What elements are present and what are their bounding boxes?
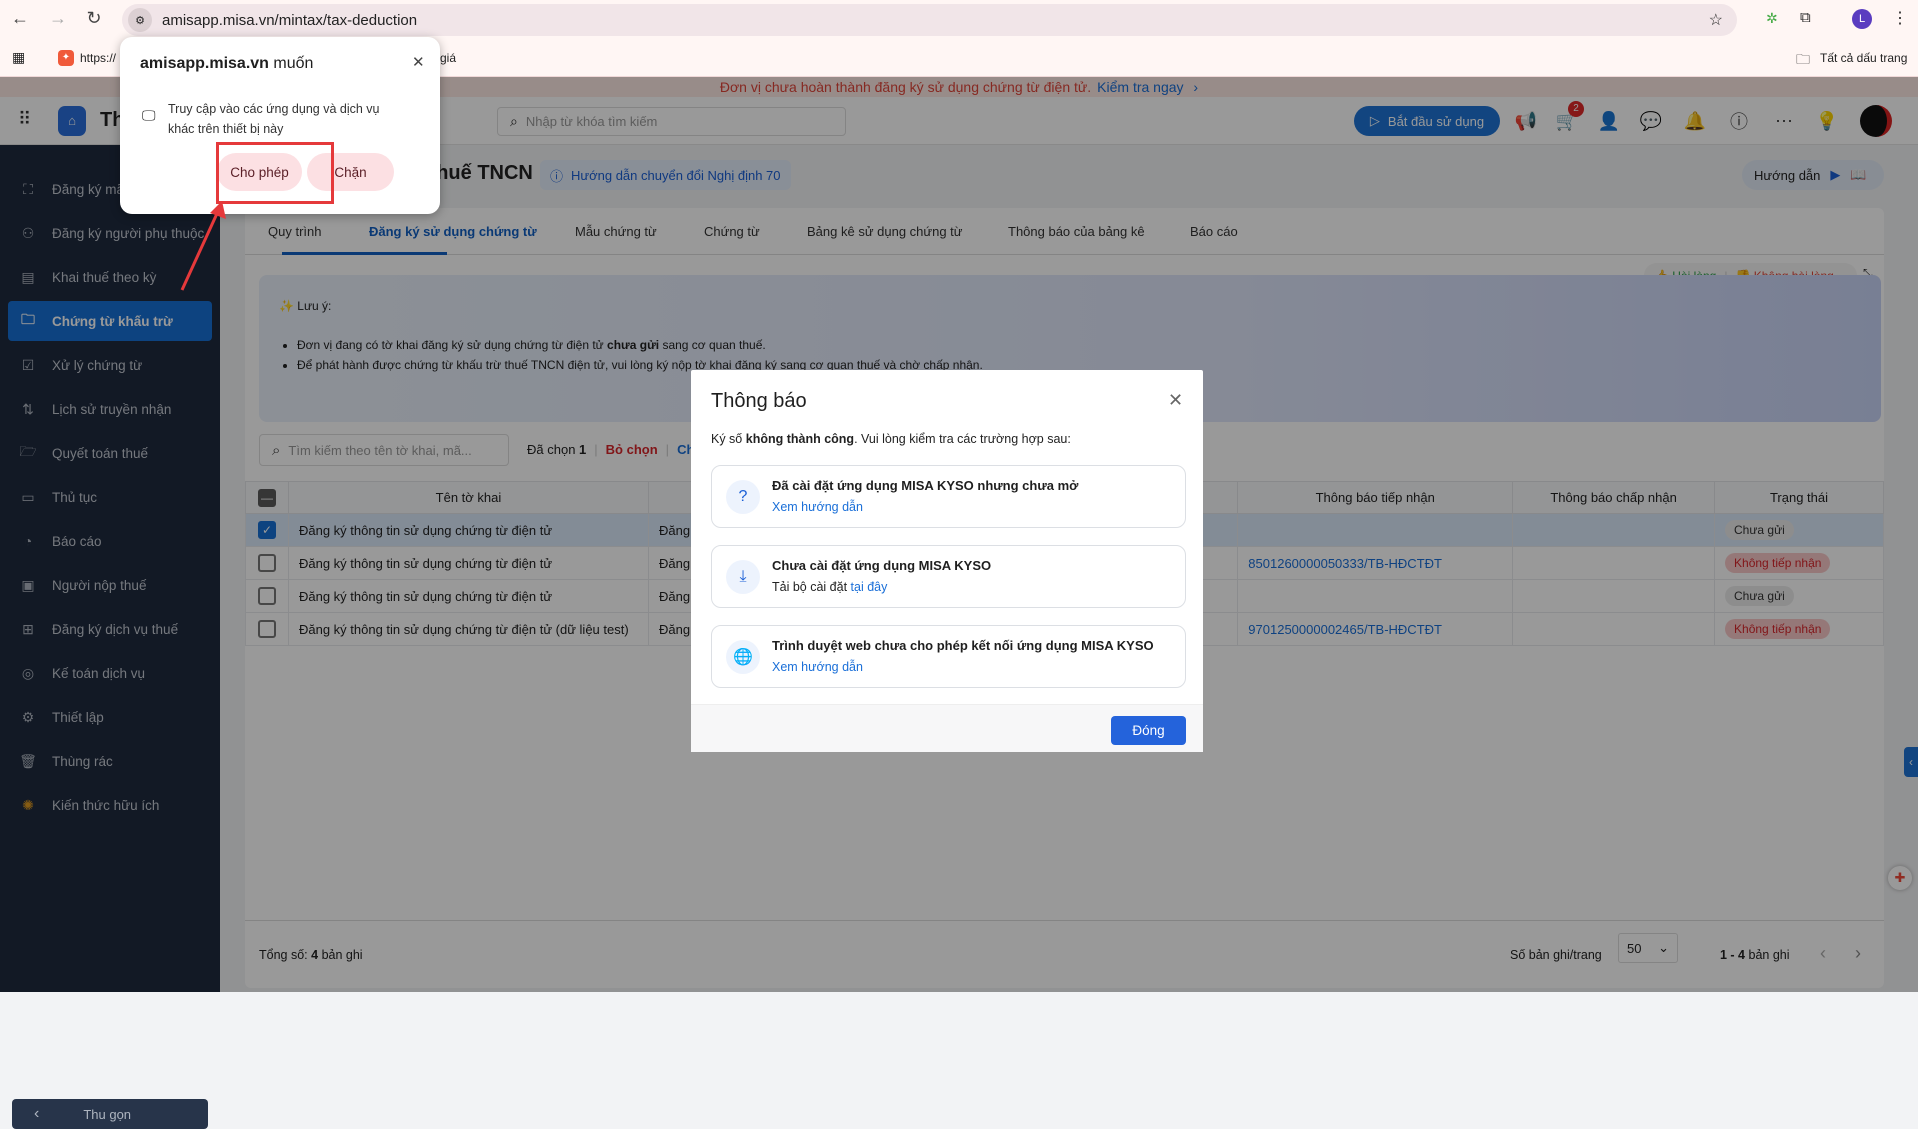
close-button[interactable]: Đóng [1111,716,1186,745]
forward-icon[interactable]: → [46,8,70,29]
url-text: amisapp.misa.vn/mintax/tax-deduction [162,11,418,29]
folder-icon: 🗀 [1796,51,1810,67]
permission-title: amisapp.misa.vn muốn [140,55,314,72]
case-card: ⤓ Chưa cài đặt ứng dụng MISA KYSO Tải bộ… [711,545,1186,608]
bookmark-favicon-icon: ✦ [58,50,74,66]
download-here-link[interactable]: tại đây [851,580,888,594]
browser-toolbar: ← → ↻ ⚙ amisapp.misa.vn/mintax/tax-deduc… [0,0,1918,40]
highlight-box [216,142,334,204]
case-card: ? Đã cài đặt ứng dụng MISA KYSO nhưng ch… [711,465,1186,528]
view-guide-link[interactable]: Xem hướng dẫn [772,500,863,514]
collapse-label: Thu gọn [83,1106,132,1122]
bookmark-item[interactable]: https:// [80,51,116,65]
menu-icon[interactable]: ⋮ [1892,8,1908,28]
monitor-icon: 🖵 [142,107,156,123]
notification-modal: Thông báo ✕ Ký số không thành công. Vui … [691,370,1203,752]
close-icon[interactable]: ✕ [1168,390,1183,411]
case-text: Tải bộ cài đặt tại đây [772,580,888,594]
modal-footer: Đóng [691,704,1203,752]
profile-avatar[interactable]: L [1852,9,1872,29]
collapse-sidebar-button[interactable]: ‹ Thu gọn [12,1099,208,1129]
case-title: Trình duyệt web chưa cho phép kết nối ứn… [772,638,1154,653]
star-icon[interactable]: ☆ [1709,10,1723,30]
case-title: Chưa cài đặt ứng dụng MISA KYSO [772,558,992,573]
all-bookmarks[interactable]: Tất cả dấu trang [1820,51,1907,65]
view-guide-link[interactable]: Xem hướng dẫn [772,660,863,674]
site-settings-icon[interactable]: ⚙ [128,8,152,32]
back-icon[interactable]: ← [8,8,32,29]
extension-icon[interactable]: ✲ [1766,10,1778,27]
globe-icon: 🌐 [726,640,760,674]
puzzle-icon[interactable]: ⧉ [1800,9,1811,26]
case-card: 🌐 Trình duyệt web chưa cho phép kết nối … [711,625,1186,688]
bookmark-item[interactable]: giá [440,51,456,65]
modal-intro: Ký số không thành công. Vui lòng kiểm tr… [711,432,1071,446]
close-icon[interactable]: ✕ [412,53,425,71]
modal-title: Thông báo [711,390,807,412]
address-bar[interactable]: ⚙ amisapp.misa.vn/mintax/tax-deduction ☆ [122,4,1737,36]
download-icon: ⤓ [726,560,760,594]
apps-grid-icon[interactable]: ▦ [12,49,25,66]
case-title: Đã cài đặt ứng dụng MISA KYSO nhưng chưa… [772,478,1079,493]
annotation-arrow-icon [180,201,226,291]
permission-description: Truy cập vào các ứng dụng và dịch vụ khá… [168,102,380,136]
chevron-left-icon: ‹ [34,1105,40,1122]
reload-icon[interactable]: ↻ [82,8,106,29]
question-icon: ? [726,480,760,514]
